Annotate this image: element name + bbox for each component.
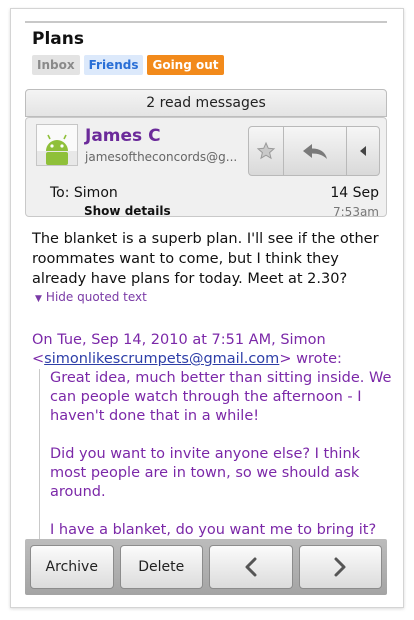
more-actions-button[interactable] [347,127,379,175]
message-time: 7:53am [333,205,379,219]
message-date: 14 Sep [330,185,379,201]
label-inbox[interactable]: Inbox [32,55,80,75]
chevron-right-icon [334,557,346,577]
quoted-text: Great idea, much better than sitting ins… [39,369,394,544]
label-list: Inbox Friends Going out [32,55,224,75]
top-divider [25,21,387,23]
hide-quoted-label: Hide quoted text [45,290,147,304]
triangle-down-icon: ▼ [35,294,42,304]
delete-button[interactable]: Delete [119,545,203,589]
next-message-button[interactable] [298,545,382,589]
recipient-line: To: Simon [50,185,118,201]
email-conversation-view: Plans Inbox Friends Going out 2 read mes… [10,8,404,608]
quote-email-link[interactable]: simonlikescrumpets@gmail.com [44,351,279,367]
sender-email: jamesoftheconcords@g... [85,150,238,164]
sender-name[interactable]: James C [85,126,161,146]
message-header: James C jamesoftheconcords@g... To: Simo… [25,117,387,219]
quoted-paragraph: I have a blanket, do you want me to brin… [50,522,377,538]
avatar[interactable] [36,124,78,166]
hide-quoted-toggle[interactable]: ▼ Hide quoted text [35,290,147,304]
triangle-left-icon [360,146,366,156]
show-details-link[interactable]: Show details [84,204,171,218]
quoted-paragraph: Did you want to invite anyone else? I th… [50,446,361,500]
message-body: The blanket is a superb plan. I'll see i… [32,231,379,287]
previous-message-button[interactable] [209,545,293,589]
label-friends[interactable]: Friends [83,55,144,75]
message-action-group [248,126,380,176]
star-button[interactable] [249,127,284,175]
archive-button[interactable]: Archive [30,545,114,589]
bottom-action-bar: Archive Delete [25,539,387,595]
reply-icon [303,144,327,159]
read-messages-bar[interactable]: 2 read messages [25,89,387,117]
android-avatar-icon [37,125,77,165]
label-going-out[interactable]: Going out [147,55,224,75]
chevron-left-icon [245,557,257,577]
reply-button[interactable] [284,127,347,175]
quote-attribution: On Tue, Sep 14, 2010 at 7:51 AM, Simon <… [32,331,384,369]
star-icon [256,141,276,160]
quoted-paragraph: Great idea, much better than sitting ins… [50,370,392,424]
conversation-subject: Plans [32,29,84,49]
quote-attribution-suffix: > wrote: [279,351,342,367]
